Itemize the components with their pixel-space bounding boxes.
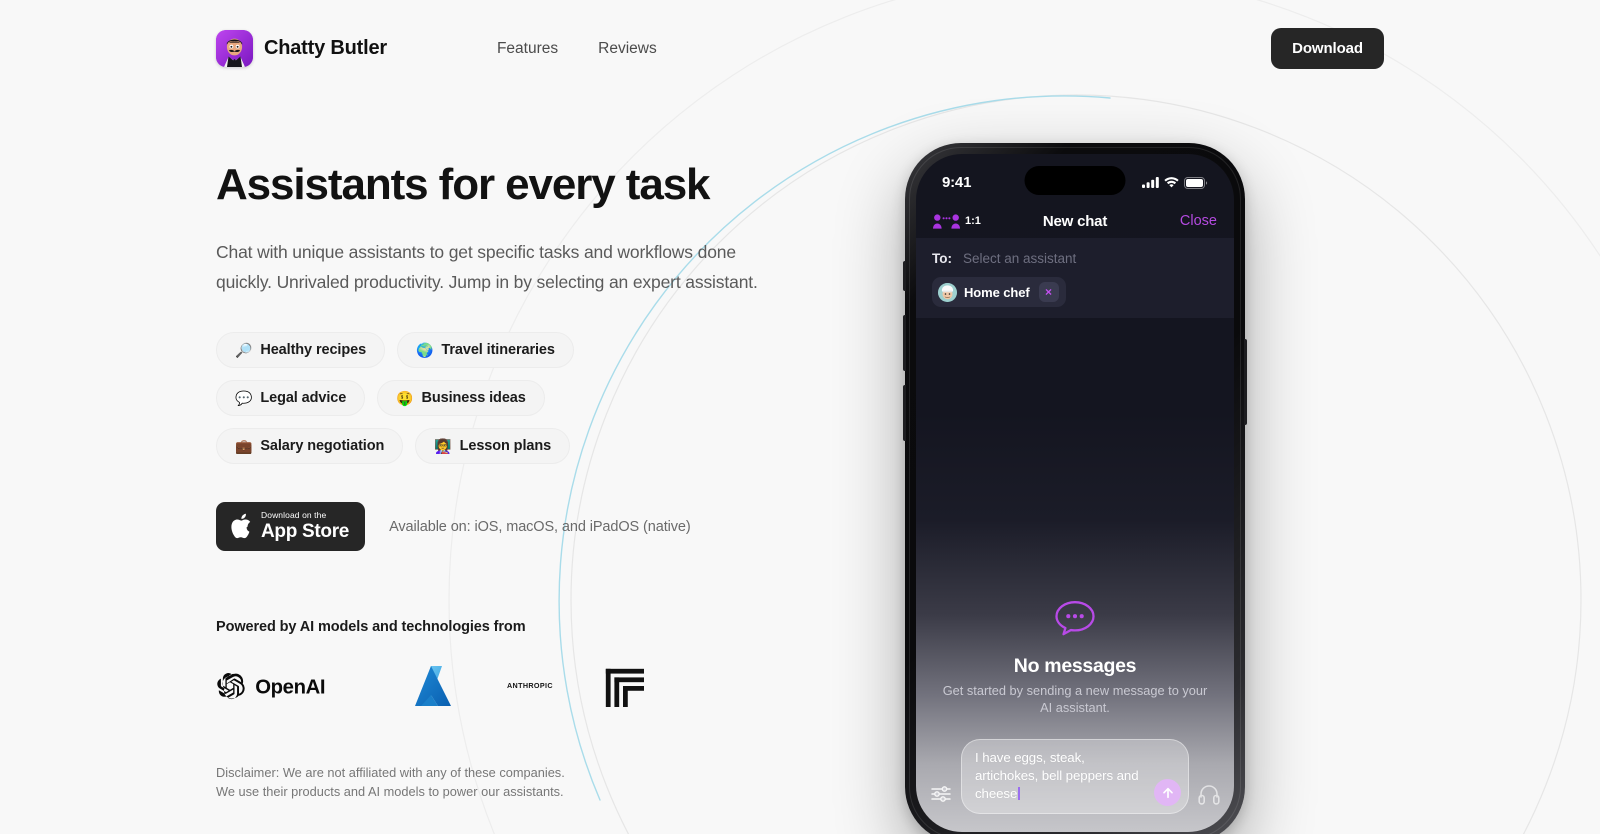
apple-logo-icon: [231, 513, 251, 539]
chat-participants[interactable]: 1:1: [933, 213, 981, 229]
wifi-icon: [1164, 177, 1179, 188]
arrow-up-icon: [1162, 787, 1173, 798]
phone-screen: 9:41 1:1 New chat Close To: Select an as…: [916, 154, 1234, 832]
app-store-button[interactable]: Download on the App Store: [216, 502, 366, 551]
mistral-logo-icon: [602, 664, 644, 708]
two-people-icon: [933, 213, 960, 229]
chip-label: Salary negotiation: [260, 438, 385, 455]
phone-power-button: [1244, 339, 1247, 425]
chat-ratio-label: 1:1: [965, 215, 981, 227]
site-header: Chatty Butler Features Reviews Download: [0, 0, 1600, 97]
app-store-big-text: App Store: [261, 520, 350, 542]
chip-travel-itineraries[interactable]: 🌍 Travel itineraries: [397, 332, 574, 369]
empty-state: No messages Get started by sending a new…: [916, 600, 1234, 717]
powered-by-title: Powered by AI models and technologies fr…: [216, 618, 526, 635]
message-input-text: I have eggs, steak, artichokes, bell pep…: [975, 749, 1139, 801]
store-row: Download on the App Store Available on: …: [216, 502, 836, 551]
availability-text: Available on: iOS, macOS, and iPadOS (na…: [389, 518, 691, 535]
openai-logo-icon: OpenAI: [216, 664, 356, 708]
text-cursor: [1018, 786, 1020, 800]
teacher-icon: 👩‍🏫: [434, 438, 452, 455]
hero-subtitle: Chat with unique assistants to get speci…: [216, 242, 758, 293]
nav-item-features[interactable]: Features: [497, 40, 558, 58]
chip-legal-advice[interactable]: 💬 Legal advice: [216, 380, 366, 417]
close-chat-button[interactable]: Close: [1180, 213, 1217, 229]
disclaimer: Disclaimer: We are not affiliated with a…: [216, 764, 836, 801]
anthropic-logo-icon: ANTHROPIC: [507, 681, 553, 691]
nav-item-reviews[interactable]: Reviews: [598, 40, 657, 58]
chip-label: Business ideas: [421, 390, 526, 407]
download-button[interactable]: Download: [1271, 28, 1384, 69]
message-input[interactable]: I have eggs, steak, artichokes, bell pep…: [961, 738, 1189, 814]
chat-app-bar: 1:1 New chat Close: [916, 204, 1234, 238]
chat-bubble-dots-icon: [1055, 601, 1095, 636]
sliders-icon[interactable]: [930, 783, 952, 805]
disclaimer-line-2: We use their products and AI models to p…: [216, 783, 564, 799]
chip-lesson-plans[interactable]: 👩‍🏫 Lesson plans: [415, 428, 571, 465]
battery-icon: [1184, 176, 1208, 189]
app-store-label: Download on the App Store: [261, 511, 349, 541]
empty-state-subtitle: Get started by sending a new message to …: [942, 682, 1208, 715]
empty-state-title: No messages: [1013, 654, 1137, 677]
partner-logos: OpenAI ANTHROPIC: [216, 664, 836, 708]
landing-page: Chatty Butler Features Reviews Download …: [0, 0, 1600, 834]
assistant-search-input[interactable]: Select an assistant: [963, 251, 1076, 266]
message-composer: I have eggs, steak, artichokes, bell pep…: [916, 738, 1234, 832]
chip-label: Travel itineraries: [441, 342, 555, 359]
chip-label: Legal advice: [260, 390, 347, 407]
briefcase-icon: 💼: [235, 438, 253, 455]
phone-mockup: 9:41 1:1 New chat Close To: Select an as…: [903, 143, 1247, 834]
dynamic-island: [1024, 166, 1126, 195]
status-indicators: [1142, 176, 1208, 189]
phone-frame: 9:41 1:1 New chat Close To: Select an as…: [903, 143, 1247, 834]
azure-logo-icon: [409, 664, 457, 708]
money-face-icon: 🤑: [396, 390, 414, 407]
phone-volume-up-button: [903, 315, 906, 371]
to-row: To: Select an assistant: [932, 246, 1218, 270]
butler-avatar-icon: [216, 30, 253, 67]
svg-text:OpenAI: OpenAI: [255, 676, 325, 698]
page-title: Assistants for every task: [216, 160, 711, 209]
suggestion-chips: 🔎 Healthy recipes 🌍 Travel itineraries 💬…: [216, 332, 716, 465]
status-time: 9:41: [942, 174, 972, 191]
status-bar: 9:41: [916, 154, 1234, 204]
assistant-name: Home chef: [964, 284, 1030, 300]
chat-title: New chat: [1042, 212, 1108, 230]
chip-label: Healthy recipes: [260, 342, 367, 359]
app-store-small-text: Download on the: [261, 510, 327, 521]
brand-name: Chatty Butler: [264, 37, 387, 59]
magnifier-icon: 🔎: [235, 342, 253, 359]
remove-assistant-icon[interactable]: ×: [1038, 282, 1059, 302]
main-nav: Features Reviews: [497, 40, 657, 58]
selected-assistant-chip[interactable]: Home chef ×: [932, 277, 1066, 307]
cellular-signal-icon: [1142, 177, 1159, 188]
phone-volume-down-button: [903, 385, 906, 441]
globe-icon: 🌍: [416, 342, 434, 359]
headphones-icon[interactable]: [1198, 782, 1220, 806]
hero-section: Assistants for every task Chat with uniq…: [216, 160, 836, 801]
chip-healthy-recipes[interactable]: 🔎 Healthy recipes: [216, 332, 386, 369]
chef-avatar-icon: [938, 282, 957, 302]
send-button[interactable]: [1154, 779, 1181, 806]
disclaimer-line-1: Disclaimer: We are not affiliated with a…: [216, 764, 565, 780]
chip-label: Lesson plans: [459, 438, 552, 455]
brand[interactable]: Chatty Butler: [216, 30, 387, 67]
powered-by-section: Powered by AI models and technologies fr…: [216, 619, 836, 801]
speech-bubble-icon: 💬: [235, 390, 253, 407]
recipient-field: To: Select an assistant Home chef ×: [916, 238, 1234, 318]
chip-salary-negotiation[interactable]: 💼 Salary negotiation: [216, 428, 404, 465]
chat-body: No messages Get started by sending a new…: [916, 318, 1234, 739]
phone-mute-button: [903, 261, 906, 291]
to-label: To:: [932, 250, 952, 266]
chip-business-ideas[interactable]: 🤑 Business ideas: [377, 380, 545, 417]
